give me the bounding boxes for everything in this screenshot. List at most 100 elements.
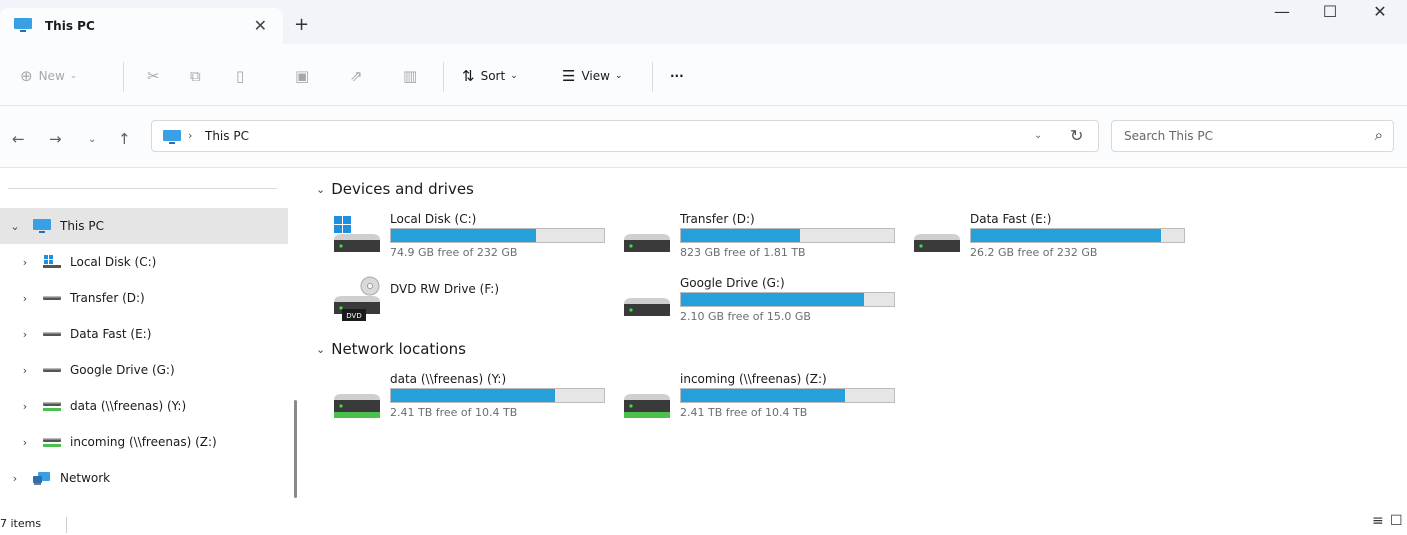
search-input[interactable]: Search This PC ⌕ [1111, 120, 1394, 152]
sidebar-item-label: Data Fast (E:) [70, 327, 152, 341]
expand-chevron-icon[interactable]: › [20, 256, 30, 269]
network-drive-icon [42, 398, 62, 414]
status-divider [66, 517, 67, 533]
expand-chevron-icon[interactable]: › [20, 436, 30, 449]
title-bar: This PC ✕ + — ☐ ✕ [0, 0, 1407, 44]
drive-tile-google-drive-g[interactable]: Google Drive (G:) 2.10 GB free of 15.0 GB [622, 276, 902, 336]
maximize-button[interactable]: ☐ [1310, 2, 1350, 21]
breadcrumb-this-pc[interactable]: This PC [205, 129, 249, 143]
expand-chevron-icon[interactable]: › [20, 400, 30, 413]
sidebar-item-local-disk-c[interactable]: › Local Disk (C:) [0, 244, 288, 280]
sidebar-item-network[interactable]: › Network [0, 460, 288, 496]
content-pane: ⌄ Devices and drives ⌄ Network locations… [300, 168, 1407, 513]
drive-name: DVD RW Drive (F:) [390, 282, 500, 296]
drive-free-space: 2.41 TB free of 10.4 TB [680, 406, 808, 419]
drive-name: Data Fast (E:) [970, 212, 1052, 226]
collapse-chevron-icon: ⌄ [316, 182, 326, 196]
copy-icon: ⧉ [190, 67, 201, 85]
drive-usage-bar [970, 228, 1185, 243]
new-button[interactable]: ⊕ New ⌄ [20, 66, 77, 86]
drive-usage-bar [390, 388, 605, 403]
close-button[interactable]: ✕ [1360, 2, 1400, 21]
sidebar-item-google-drive-g[interactable]: › Google Drive (G:) [0, 352, 288, 388]
new-label: New [38, 69, 65, 83]
sidebar-item-transfer-d[interactable]: › Transfer (D:) [0, 280, 288, 316]
breadcrumb-separator: › [188, 129, 193, 142]
drive-tile-transfer-d[interactable]: Transfer (D:) 823 GB free of 1.81 TB [622, 212, 902, 272]
sort-icon: ⇅ [462, 67, 475, 85]
sidebar-item-label: This PC [60, 219, 104, 233]
chevron-down-icon: ⌄ [510, 71, 518, 81]
sidebar-item-label: data (\\freenas) (Y:) [70, 399, 187, 413]
toolbar-divider [652, 62, 653, 92]
address-bar[interactable]: › This PC ⌄ ↻ [151, 120, 1099, 152]
group-title: Devices and drives [331, 180, 474, 198]
copy-button[interactable]: ⧉ [190, 66, 207, 86]
drive-usage-fill [391, 389, 555, 402]
drive-tile-local-disk-c[interactable]: Local Disk (C:) 74.9 GB free of 232 GB [332, 212, 612, 272]
view-button[interactable]: ☰ View ⌄ [562, 66, 622, 86]
drive-name: Transfer (D:) [680, 212, 755, 226]
address-history-chevron-icon[interactable]: ⌄ [1034, 130, 1042, 141]
group-header-devices[interactable]: ⌄ Devices and drives [316, 180, 474, 198]
paste-button[interactable]: ▯ [236, 66, 250, 86]
drive-tile-dvd-rw-drive-f[interactable]: DVDDVD DVD RW Drive (F:) [332, 274, 612, 334]
forward-arrow-icon[interactable]: → [49, 130, 62, 148]
expand-chevron-icon[interactable]: › [20, 292, 30, 305]
sidebar-scrollbar[interactable] [294, 400, 297, 498]
tiles-view-icon[interactable]: ☐ [1390, 513, 1403, 529]
drive-icon [42, 326, 62, 342]
expand-chevron-icon[interactable]: › [20, 328, 30, 341]
share-button[interactable]: ⇗ [350, 66, 369, 86]
rename-button[interactable]: ▣ [295, 66, 315, 86]
view-label: View [581, 69, 610, 83]
drive-icon [912, 214, 962, 260]
up-arrow-icon[interactable]: ↑ [118, 130, 131, 148]
details-view-icon[interactable]: ≡ [1372, 513, 1384, 529]
more-icon: ··· [670, 69, 684, 83]
drive-usage-fill [391, 229, 536, 242]
sort-button[interactable]: ⇅ Sort ⌄ [462, 66, 518, 86]
network-drive-icon [622, 374, 672, 420]
drive-free-space: 823 GB free of 1.81 TB [680, 246, 806, 259]
group-header-network[interactable]: ⌄ Network locations [316, 340, 466, 358]
windows-drive-icon [42, 254, 62, 270]
navigation-pane: ⌄ This PC › Local Disk (C:) › Transfer (D:) › D… [0, 168, 300, 513]
sidebar-item-label: Network [60, 471, 111, 485]
drive-free-space: 2.41 TB free of 10.4 TB [390, 406, 518, 419]
drive-icon [42, 290, 62, 306]
more-options-button[interactable]: ··· [670, 66, 684, 86]
delete-button[interactable]: ▥ [403, 66, 423, 86]
sidebar-item-incoming-freenas-z[interactable]: › incoming (\\freenas) (Z:) [0, 424, 288, 460]
drive-free-space: 26.2 GB free of 232 GB [970, 246, 1098, 259]
cut-button[interactable]: ✂ [147, 66, 166, 86]
tab-this-pc[interactable]: This PC ✕ [0, 8, 283, 44]
network-drive-icon [42, 434, 62, 450]
drive-free-space: 2.10 GB free of 15.0 GB [680, 310, 811, 323]
drive-tile-data-fast-e[interactable]: Data Fast (E:) 26.2 GB free of 232 GB [912, 212, 1192, 272]
drive-tile-data-freenas-y[interactable]: data (\\freenas) (Y:) 2.41 TB free of 10.… [332, 372, 612, 432]
drive-usage-bar [680, 228, 895, 243]
drive-usage-fill [681, 229, 801, 242]
drive-tile-incoming-freenas-z[interactable]: incoming (\\freenas) (Z:) 2.41 TB free of… [622, 372, 902, 432]
new-tab-button[interactable]: + [294, 14, 309, 35]
search-placeholder: Search This PC [1124, 129, 1213, 143]
drive-icon [622, 278, 672, 324]
drive-usage-bar [390, 228, 605, 243]
back-arrow-icon[interactable]: ← [12, 130, 25, 148]
sidebar-item-this-pc[interactable]: ⌄ This PC [0, 208, 288, 244]
sidebar-item-data-freenas-y[interactable]: › data (\\freenas) (Y:) [0, 388, 288, 424]
expand-chevron-icon[interactable]: › [20, 364, 30, 377]
drive-usage-fill [681, 293, 865, 306]
trash-icon: ▥ [403, 67, 418, 85]
command-bar: ⊕ New ⌄ ✂ ⧉ ▯ ▣ ⇗ ▥ ⇅ Sort ⌄ ☰ View ⌄ ··… [0, 44, 1407, 106]
minimize-button[interactable]: — [1262, 2, 1302, 21]
expand-chevron-icon[interactable]: › [10, 472, 20, 485]
collapse-chevron-icon[interactable]: ⌄ [10, 220, 20, 233]
recent-chevron-icon[interactable]: ⌄ [88, 134, 96, 145]
sidebar-item-data-fast-e[interactable]: › Data Fast (E:) [0, 316, 288, 352]
toolbar-divider [123, 62, 124, 92]
network-drive-icon [332, 374, 382, 420]
tab-close-icon[interactable]: ✕ [254, 16, 267, 35]
refresh-icon[interactable]: ↻ [1070, 126, 1083, 145]
